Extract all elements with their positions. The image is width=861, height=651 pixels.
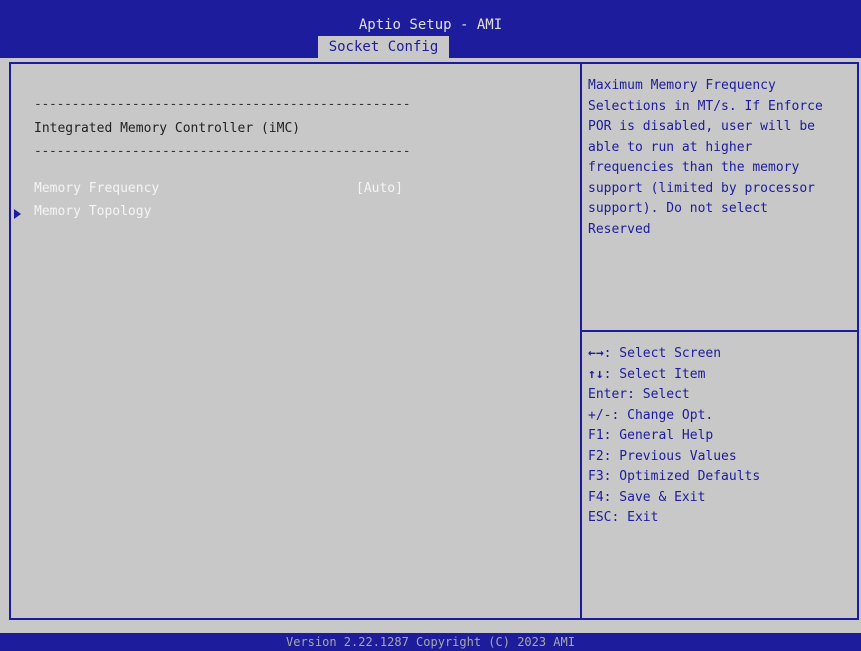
key-enter: Enter: Select <box>588 387 690 402</box>
memory-frequency-label[interactable]: Memory Frequency <box>34 180 159 198</box>
key-f1: F1: General Help <box>588 428 714 443</box>
left-right-arrows-icon: ←→ <box>588 346 604 361</box>
separator-dashes-top: ----------------------------------------… <box>34 97 411 112</box>
separator-dashes-bottom: ----------------------------------------… <box>34 144 411 159</box>
panel-divider-vertical <box>580 64 582 619</box>
section-title: Integrated Memory Controller (iMC) <box>34 121 301 136</box>
key-esc: ESC: Exit <box>588 510 659 525</box>
submenu-arrow-icon <box>14 209 21 219</box>
help-text-line: Selections in MT/s. If Enforce <box>588 98 823 114</box>
memory-frequency-value[interactable]: [Auto] <box>356 180 403 198</box>
panel-divider-horizontal <box>582 330 859 332</box>
help-text-line: Reserved <box>588 221 651 237</box>
help-text-line: POR is disabled, user will be <box>588 119 815 134</box>
help-text-line: support (limited by processor <box>588 180 815 196</box>
help-text-line: able to run at higher <box>588 139 753 155</box>
tab-socket-config[interactable]: Socket Config <box>316 36 449 58</box>
key-f3: F3: Optimized Defaults <box>588 469 761 484</box>
up-down-arrows-icon: ↑↓ <box>588 366 604 382</box>
help-text-line: frequencies than the memory <box>588 160 800 175</box>
help-text-line: Maximum Memory Frequency <box>588 78 776 93</box>
footer-version: Version 2.22.1287 Copyright (C) 2023 AMI <box>0 633 861 651</box>
memory-topology-item[interactable]: Memory Topology <box>34 203 151 221</box>
key-f4: F4: Save & Exit <box>588 489 706 505</box>
key-change-opt: +/-: Change Opt. <box>588 407 714 423</box>
header-bar: Aptio Setup - AMI Socket Config <box>0 0 861 63</box>
help-text-line: support). Do not select <box>588 201 769 216</box>
key-select-item: ↑↓: Select Item <box>588 366 706 382</box>
key-select-screen: ←→: Select Screen <box>588 346 722 361</box>
app-title: Aptio Setup - AMI <box>358 17 503 33</box>
key-f2: F2: Previous Values <box>588 448 737 464</box>
